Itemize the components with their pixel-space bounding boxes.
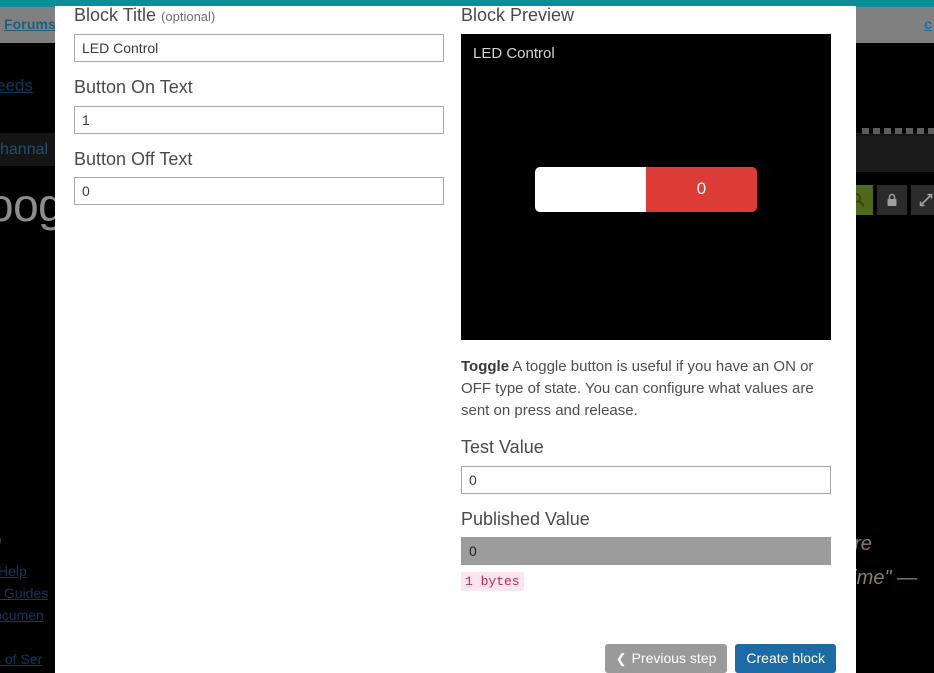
lock-icon: [884, 192, 900, 208]
background-footer-link-guides[interactable]: k Guides: [0, 585, 48, 601]
modal-right-column: Block Preview LED Control 0 Toggle A tog…: [461, 5, 836, 592]
block-title-optional-note: (optional): [161, 9, 216, 24]
block-preview-heading: Block Preview: [461, 5, 575, 25]
expand-icon-button[interactable]: [911, 185, 934, 215]
button-on-field-group: Button On Text: [74, 76, 461, 134]
toggle-off-half[interactable]: [535, 166, 646, 212]
test-value-field-group: Test Value: [461, 436, 836, 494]
block-description-text: A toggle button is useful if you have an…: [461, 357, 814, 419]
published-value-readonly: 0: [461, 537, 831, 566]
background-footer-link-help[interactable]: Help: [0, 563, 27, 579]
background-dashed-divider: [862, 128, 934, 134]
button-on-text-input[interactable]: [74, 105, 444, 134]
modal-left-column: Block Title (optional) Button On Text Bu…: [74, 5, 461, 221]
block-title-label: Block Title (optional): [74, 5, 461, 26]
test-value-label: Test Value: [461, 436, 544, 457]
screen: Forums c eeds hannal oogl: [0, 0, 934, 673]
block-description-term: Toggle: [461, 357, 510, 375]
toggle-on-half[interactable]: 0: [646, 166, 757, 212]
background-forums-link[interactable]: Forums: [4, 16, 56, 32]
button-off-field-group: Button Off Text: [74, 148, 461, 206]
published-value-bytes-badge: 1 bytes: [461, 572, 524, 592]
background-footer-meta: 0: [0, 533, 1, 548]
test-value-input[interactable]: [461, 465, 831, 494]
expand-icon: [918, 192, 934, 208]
block-description: Toggle A toggle button is useful if you …: [461, 356, 831, 422]
preview-block-title: LED Control: [473, 44, 555, 62]
create-block-modal: Block Title (optional) Button On Text Bu…: [55, 0, 856, 673]
background-footer-link-terms[interactable]: s of Ser: [0, 651, 42, 667]
create-block-button[interactable]: Create block: [735, 644, 836, 673]
modal-footer-buttons: ❮ Previous step Create block: [461, 644, 836, 673]
background-feeds-link[interactable]: eeds: [0, 76, 33, 96]
create-block-label: Create block: [746, 650, 825, 666]
block-preview-canvas: LED Control 0: [461, 33, 831, 340]
block-title-field-group: Block Title (optional): [74, 5, 461, 62]
button-on-label: Button On Text: [74, 76, 193, 97]
lock-icon-button[interactable]: [877, 185, 907, 215]
previous-step-label: Previous step: [631, 650, 717, 666]
published-value-field-group: Published Value 0 1 bytes: [461, 508, 836, 592]
previous-step-button[interactable]: ❮ Previous step: [604, 644, 728, 673]
background-channel-bar-label: hannal: [0, 141, 49, 158]
button-off-text-input[interactable]: [74, 177, 444, 206]
toggle-button-preview[interactable]: 0: [535, 166, 757, 212]
block-title-label-text: Block Title: [74, 5, 157, 25]
background-header-right-link[interactable]: c: [924, 16, 932, 32]
published-value-label: Published Value: [461, 508, 590, 529]
button-off-label: Button Off Text: [74, 148, 193, 169]
background-dark-panel: [856, 136, 934, 172]
background-footer-link-documentation[interactable]: ocumen: [0, 607, 44, 623]
chevron-left-icon: ❮: [615, 650, 627, 666]
block-title-input[interactable]: [74, 33, 444, 62]
